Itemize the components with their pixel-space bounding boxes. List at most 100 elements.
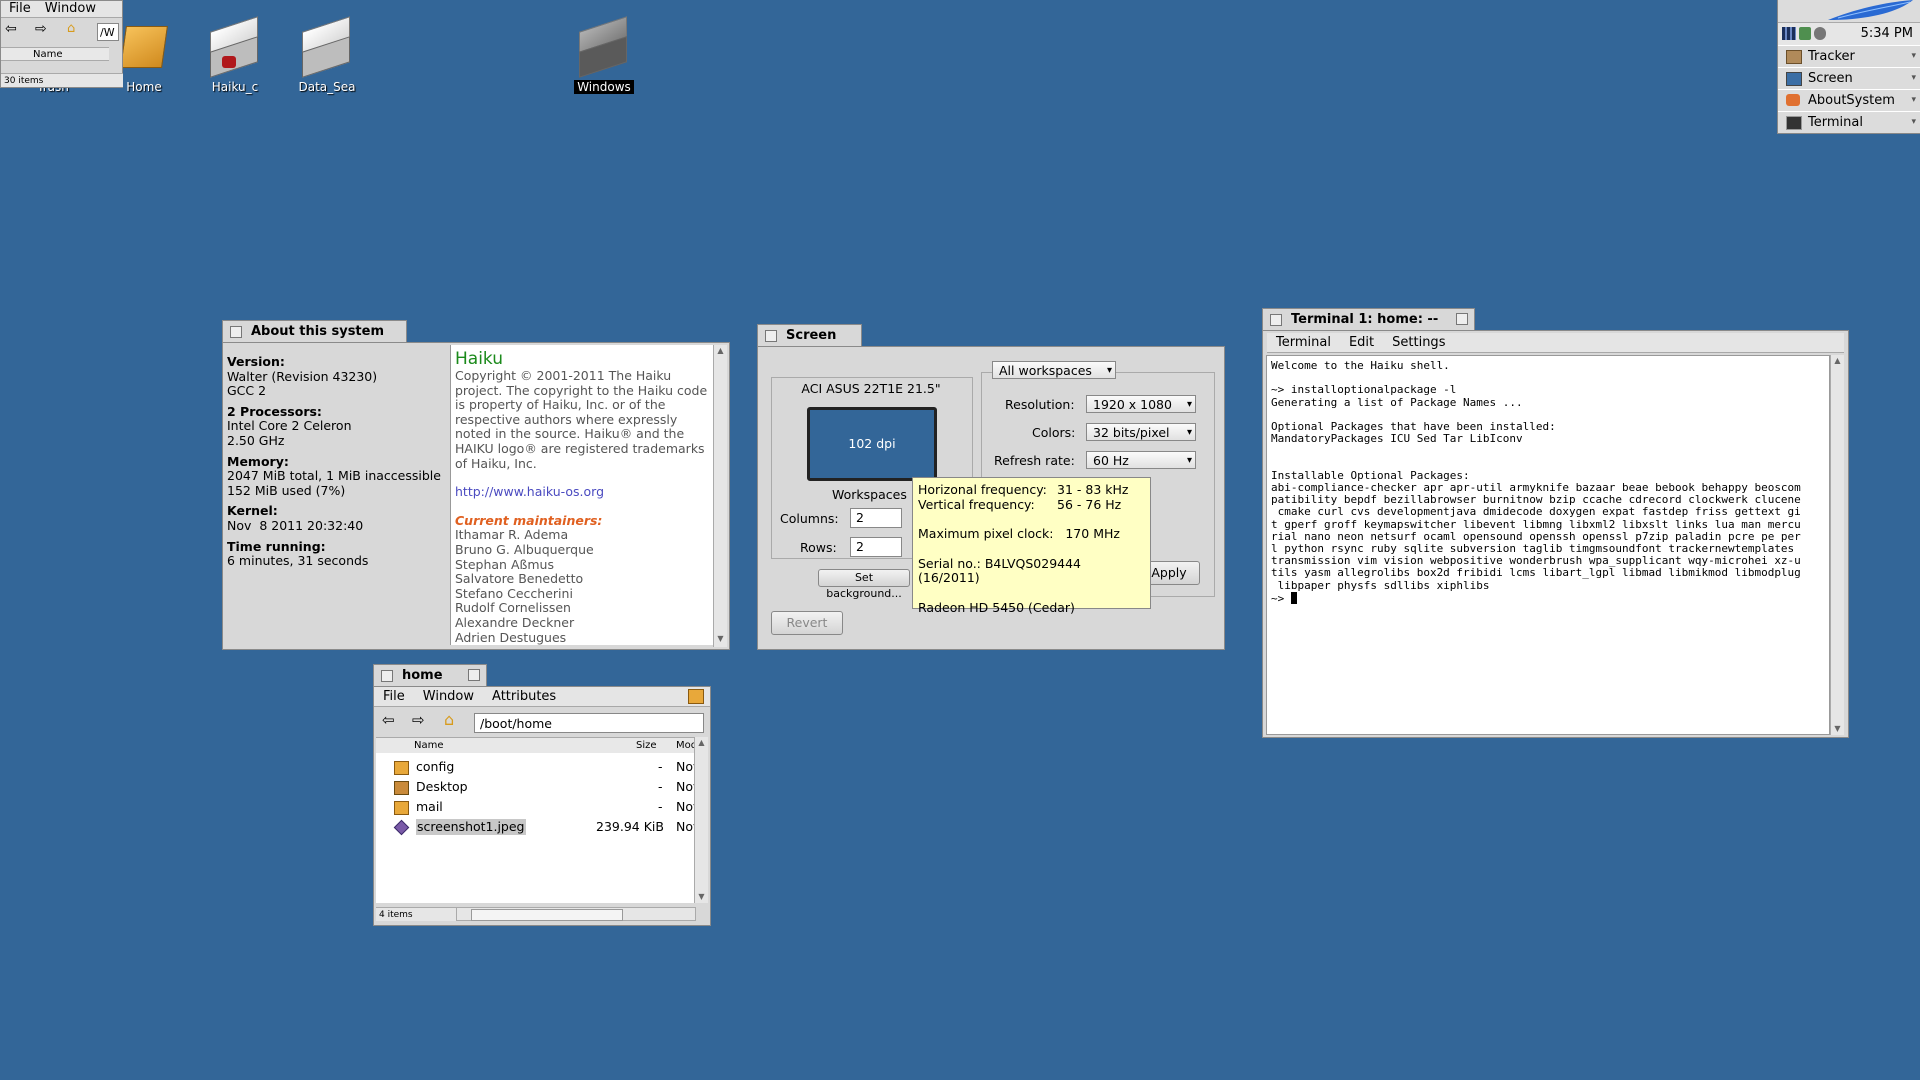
column-name-label: Name	[33, 49, 63, 60]
deskbar-item-label: Terminal	[1808, 115, 1863, 130]
column-headers: Name Size Mod	[376, 737, 697, 754]
file-row-config[interactable]: config - Nov	[376, 759, 694, 775]
column-header-name[interactable]: Name	[414, 738, 444, 753]
file-list-scrollbar[interactable]: ▲ ▼	[694, 737, 708, 903]
workspaces-label: Workspaces	[832, 487, 907, 502]
haiku-url-link[interactable]: http://www.haiku-os.org	[455, 485, 710, 500]
file-row-desktop[interactable]: Desktop - Nov	[376, 779, 694, 795]
clock-value: 2.50 GHz	[227, 432, 285, 448]
window-title: About this system	[251, 324, 385, 339]
screen-window-tab[interactable]: Screen	[757, 324, 862, 346]
image-file-icon	[393, 819, 410, 836]
deskbar: 5:34 PM Tracker ▾ Screen ▾ AboutSystem ▾ Te…	[1777, 0, 1920, 134]
file-list: config - Nov Desktop - Nov mail - Nov sc…	[376, 753, 694, 903]
back-button[interactable]: ⇦	[382, 711, 395, 729]
column-header-name[interactable]: Name	[1, 47, 109, 61]
file-row-mail[interactable]: mail - Nov	[376, 799, 694, 815]
desktop-icon-windows[interactable]: Windows	[559, 16, 649, 95]
forward-button[interactable]: ⇨	[412, 711, 425, 729]
terminal-scrollbar[interactable]: ▲ ▼	[1830, 355, 1844, 735]
maintainer-item: Adrien Destugues	[455, 629, 567, 645]
scroll-thumb[interactable]	[471, 909, 623, 921]
system-info: Version: Walter (Revision 43230) GCC 2 2…	[227, 347, 457, 569]
menu-file[interactable]: File	[374, 687, 414, 706]
close-icon[interactable]	[1270, 314, 1282, 326]
workspace-scope-menu[interactable]: All workspaces	[992, 361, 1116, 379]
columns-input[interactable]: 2	[850, 508, 902, 528]
haiku-leaf-icon[interactable]	[1818, 0, 1918, 22]
forward-icon[interactable]: ⇨	[35, 21, 47, 37]
file-mod: Nov	[676, 759, 694, 774]
menu-file[interactable]: File	[1, 1, 39, 17]
desktop-icon-haiku-c[interactable]: Haiku_c	[190, 16, 280, 95]
menu-edit[interactable]: Edit	[1340, 333, 1383, 352]
menu-attributes[interactable]: Attributes	[483, 687, 565, 706]
credits-scrollbar[interactable]: ▲ ▼	[713, 345, 727, 647]
zoom-icon[interactable]	[1456, 313, 1468, 325]
parent-folder-icon[interactable]: ⌂	[67, 21, 75, 36]
menu-bar: File Window Attributes	[374, 687, 710, 707]
close-icon[interactable]	[230, 326, 242, 338]
zoom-icon[interactable]	[468, 669, 480, 681]
close-icon[interactable]	[381, 670, 393, 682]
file-size: -	[658, 799, 663, 814]
deskbar-item-label: Tracker	[1808, 49, 1855, 64]
parent-folder-button[interactable]: ⌂	[444, 710, 454, 729]
deskbar-item-tracker[interactable]: Tracker ▾	[1778, 45, 1920, 66]
maintainer-item: Stephan Aßmus	[455, 556, 554, 572]
file-mod: Nov	[676, 799, 694, 814]
network-icon[interactable]	[1799, 27, 1811, 40]
colors-menu[interactable]: 32 bits/pixel	[1086, 423, 1196, 441]
deskbar-item-label: AboutSystem	[1808, 93, 1895, 108]
resolution-label: Resolution:	[1005, 397, 1075, 412]
refresh-rate-menu[interactable]: 60 Hz	[1086, 451, 1196, 469]
file-size: -	[658, 759, 663, 774]
path-field[interactable]: /W	[97, 23, 119, 41]
terminal-window-tab[interactable]: Terminal 1: home: --	[1262, 308, 1475, 330]
haiku-title: Haiku	[455, 349, 504, 369]
graphics-card: Radeon HD 5450 (Cedar)	[918, 599, 1075, 615]
rows-input[interactable]: 2	[850, 537, 902, 557]
folder-icon	[394, 781, 409, 795]
clock[interactable]: 5:34 PM	[1861, 26, 1913, 41]
set-background-button[interactable]: Set background...	[818, 569, 910, 600]
maintainer-item: Alexandre Deckner	[455, 614, 575, 630]
desktop-icon-label: Data_Sea	[298, 80, 356, 94]
menu-terminal[interactable]: Terminal	[1267, 333, 1340, 352]
cpu-monitor-icon[interactable]	[1782, 27, 1796, 40]
back-icon[interactable]: ⇦	[5, 21, 17, 37]
horizontal-scrollbar[interactable]	[456, 907, 696, 921]
folder-menu-icon[interactable]	[688, 689, 704, 704]
path-field[interactable]: /boot/home	[474, 713, 704, 733]
monitor-preview[interactable]: 102 dpi	[807, 407, 937, 481]
deskbar-item-terminal[interactable]: Terminal ▾	[1778, 111, 1920, 132]
desktop-icon-data-sea[interactable]: Data_Sea	[282, 16, 372, 95]
maintainer-item: Stefano Ceccherini	[455, 585, 573, 601]
processors-value: Intel Core 2 Celeron	[227, 418, 352, 434]
file-row-screenshot[interactable]: screenshot1.jpeg 239.94 KiB Nov	[376, 819, 694, 836]
home-window-tab[interactable]: home	[373, 664, 487, 686]
volume-icon[interactable]	[1814, 27, 1826, 40]
about-window: Version: Walter (Revision 43230) GCC 2 2…	[222, 342, 730, 650]
monitor-name: ACI ASUS 22T1E 21.5"	[801, 381, 941, 396]
status-bar: 30 items	[1, 73, 123, 87]
menu-settings[interactable]: Settings	[1383, 333, 1454, 352]
system-tray: 5:34 PM	[1778, 22, 1920, 46]
terminal-window: Terminal Edit Settings Welcome to the Haik…	[1262, 330, 1849, 738]
disk-icon	[575, 16, 633, 78]
revert-button[interactable]: Revert	[771, 611, 843, 635]
maintainer-item: Rudolf Cornelissen	[455, 600, 571, 616]
deskbar-item-screen[interactable]: Screen ▾	[1778, 67, 1920, 88]
menu-window[interactable]: Window	[414, 687, 483, 706]
credits-view[interactable]: Haiku Copyright © 2001-2011 The Haiku pr…	[450, 345, 714, 645]
maintainer-item: Salvatore Benedetto	[455, 571, 584, 587]
deskbar-item-aboutsystem[interactable]: AboutSystem ▾	[1778, 89, 1920, 110]
column-header-size[interactable]: Size	[636, 738, 657, 753]
resolution-menu[interactable]: 1920 x 1080	[1086, 395, 1196, 413]
kernel-label: Kernel:	[227, 503, 278, 519]
close-icon[interactable]	[765, 330, 777, 342]
terminal-output[interactable]: Welcome to the Haiku shell. ~> installop…	[1266, 355, 1830, 735]
about-window-tab[interactable]: About this system	[222, 320, 407, 342]
menu-window[interactable]: Window	[39, 1, 102, 17]
menu-bar: Terminal Edit Settings	[1267, 333, 1844, 353]
